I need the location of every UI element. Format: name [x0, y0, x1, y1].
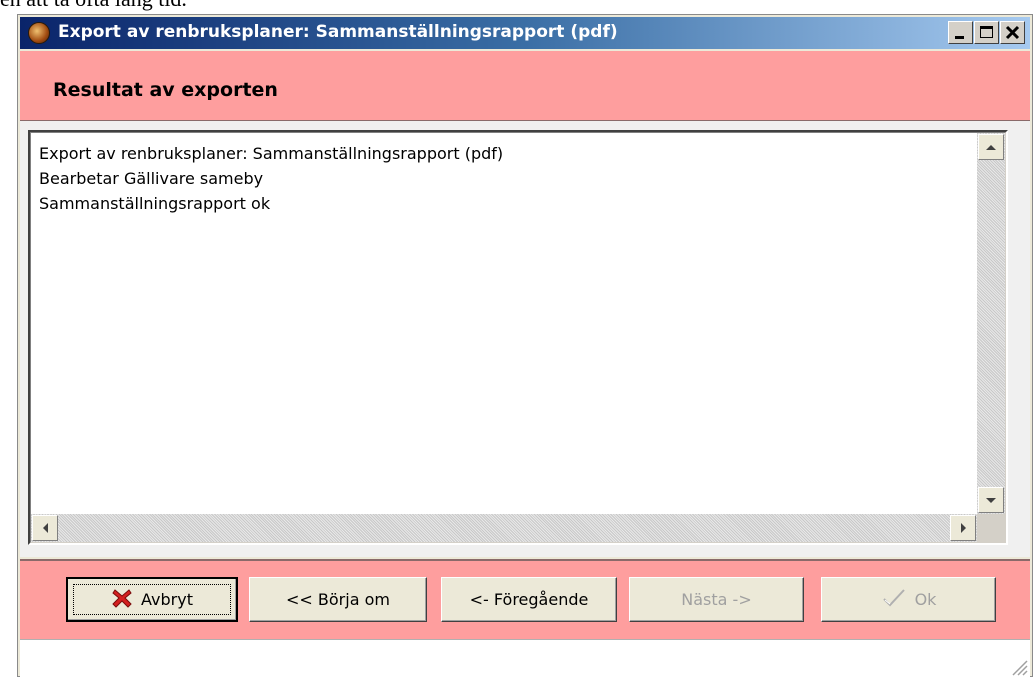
checkmark-icon: [881, 587, 907, 613]
arrow-up-icon: [986, 145, 996, 150]
close-icon: [1005, 25, 1020, 40]
ok-button-label: Ok: [914, 590, 937, 609]
scroll-left-button[interactable]: [32, 515, 58, 541]
arrow-left-icon: [43, 523, 48, 533]
arrow-right-icon: [961, 523, 966, 533]
scrollbar-corner: [977, 514, 1005, 542]
export-log-textbox[interactable]: Export av renbruksplaner: Sammanställnin…: [28, 130, 1008, 545]
arrow-down-icon: [986, 498, 996, 503]
export-dialog-window: Export av renbruksplaner: Sammanställnin…: [17, 14, 1033, 678]
restart-button-label: << Börja om: [286, 590, 390, 609]
vertical-scrollbar[interactable]: [977, 133, 1005, 514]
cancel-button[interactable]: Avbryt: [66, 577, 238, 622]
document-text-fragment: en att ta ofta lång tid.: [0, 0, 187, 10]
minimize-button[interactable]: [948, 21, 973, 44]
content-area: Export av renbruksplaner: Sammanställnin…: [20, 121, 1030, 557]
previous-button-label: <- Föregående: [469, 590, 589, 609]
log-line: Bearbetar Gällivare sameby: [39, 169, 264, 188]
minimize-icon: [955, 36, 964, 39]
next-button[interactable]: Nästa ->: [629, 577, 804, 622]
button-panel: Avbryt << Börja om <- Föregående Nästa -…: [20, 559, 1030, 639]
maximize-icon: [980, 26, 993, 38]
window-title: Export av renbruksplaner: Sammanställnin…: [58, 22, 618, 42]
scroll-right-button[interactable]: [950, 515, 976, 541]
horizontal-scrollbar[interactable]: [31, 514, 977, 542]
resize-grip-icon[interactable]: [1010, 658, 1028, 676]
result-header-panel: Resultat av exporten: [20, 51, 1030, 121]
scroll-up-button[interactable]: [978, 134, 1004, 160]
app-logo-icon: [28, 22, 50, 44]
status-bar: [20, 639, 1030, 678]
log-line: Export av renbruksplaner: Sammanställnin…: [39, 144, 504, 163]
maximize-button[interactable]: [974, 21, 999, 44]
next-button-label: Nästa ->: [681, 590, 752, 609]
export-log-frame: Export av renbruksplaner: Sammanställnin…: [30, 132, 1006, 543]
restart-button[interactable]: << Börja om: [249, 577, 427, 622]
ok-button[interactable]: Ok: [821, 577, 996, 622]
export-log-lines: Export av renbruksplaner: Sammanställnin…: [39, 141, 503, 216]
focus-rectangle: [73, 584, 231, 615]
log-line: Sammanställningsrapport ok: [39, 194, 271, 213]
scroll-down-button[interactable]: [978, 487, 1004, 513]
previous-button[interactable]: <- Föregående: [441, 577, 617, 622]
page-title: Resultat av exporten: [53, 79, 278, 101]
close-button[interactable]: [1000, 21, 1025, 44]
title-bar[interactable]: Export av renbruksplaner: Sammanställnin…: [20, 17, 1030, 49]
